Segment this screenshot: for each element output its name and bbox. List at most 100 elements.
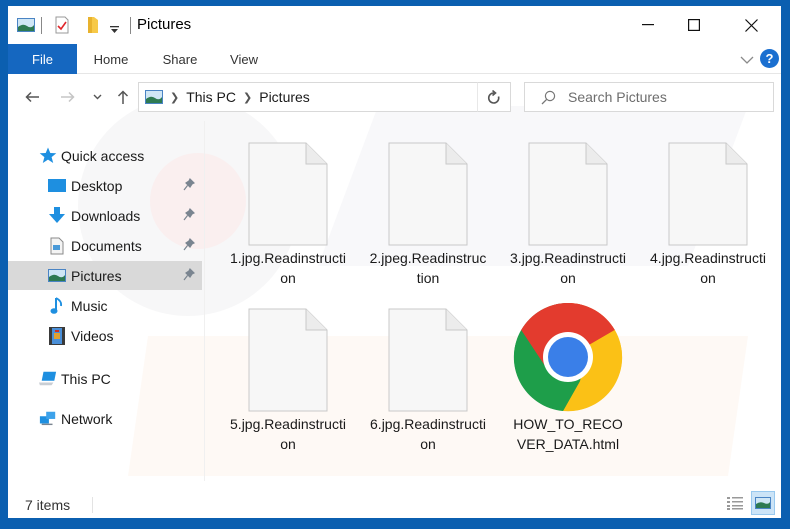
desktop-icon — [48, 177, 66, 195]
help-button[interactable]: ? — [760, 49, 779, 68]
refresh-button[interactable] — [477, 82, 511, 112]
file-item[interactable]: HOW_TO_RECOVER_DATA.html — [503, 300, 633, 454]
star-icon — [39, 147, 57, 165]
breadcrumb-pictures[interactable]: Pictures — [259, 89, 310, 105]
sidebar-item-this-pc[interactable]: This PC — [8, 364, 202, 393]
pin-icon[interactable] — [183, 237, 196, 255]
properties-icon[interactable] — [55, 16, 69, 39]
item-count: 7 items — [25, 497, 71, 513]
file-name: 1.jpg.Readinstruction — [230, 250, 346, 286]
file-name: 5.jpg.Readinstruction — [230, 416, 346, 452]
search-icon — [541, 90, 556, 105]
search-box[interactable]: Search Pictures — [524, 82, 774, 112]
download-icon — [48, 207, 66, 225]
arrow-right-icon — [60, 91, 75, 103]
sidebar-item-label: Pictures — [71, 267, 122, 284]
sidebar-item-label: Quick access — [61, 147, 145, 164]
sidebar-item-label: This PC — [61, 370, 111, 387]
back-button[interactable] — [21, 86, 43, 108]
ribbon-tabs: File Home Share View ? — [8, 44, 781, 74]
address-bar[interactable]: ❯ This PC ❯ Pictures — [138, 82, 509, 112]
sidebar-item-label: Documents — [71, 237, 142, 254]
file-item[interactable]: 2.jpeg.Readinstruction — [363, 134, 493, 288]
sidebar-item-music[interactable]: Music — [8, 291, 202, 320]
file-item[interactable]: 6.jpg.Readinstruction — [363, 300, 493, 454]
blank-file-icon — [223, 300, 353, 412]
sidebar-item-pictures[interactable]: Pictures — [8, 261, 202, 290]
sidebar-item-label: Videos — [71, 327, 114, 344]
blank-file-icon — [363, 134, 493, 246]
search-input[interactable]: Search Pictures — [568, 89, 667, 105]
network-icon — [39, 410, 57, 428]
blank-file-icon — [363, 300, 493, 412]
toolbar-separator — [41, 17, 42, 34]
file-name: 3.jpg.Readinstruction — [510, 250, 626, 286]
file-explorer-window: Pictures File Home Share View ? ❯ This P… — [8, 6, 781, 518]
pane-divider[interactable] — [204, 121, 205, 481]
expand-ribbon-icon[interactable] — [740, 52, 754, 70]
sidebar-item-label: Music — [71, 297, 108, 314]
sidebar-item-desktop[interactable]: Desktop — [8, 171, 202, 200]
tab-home[interactable]: Home — [84, 44, 138, 74]
sidebar-item-videos[interactable]: Videos — [8, 321, 202, 350]
pin-icon[interactable] — [183, 267, 196, 285]
pin-icon[interactable] — [183, 207, 196, 225]
pin-icon[interactable] — [183, 177, 196, 195]
recent-locations-button[interactable] — [86, 86, 108, 108]
file-name: 4.jpg.Readinstruction — [650, 250, 766, 286]
file-item[interactable]: 3.jpg.Readinstruction — [503, 134, 633, 288]
file-item[interactable]: 1.jpg.Readinstruction — [223, 134, 353, 288]
arrow-up-icon — [117, 89, 129, 104]
pictures-location-icon — [145, 90, 163, 104]
sidebar-item-downloads[interactable]: Downloads — [8, 201, 202, 230]
minimize-button[interactable] — [625, 6, 671, 44]
window-title: Pictures — [137, 16, 192, 33]
breadcrumb-this-pc[interactable]: This PC — [186, 89, 236, 105]
tab-share[interactable]: Share — [153, 44, 207, 74]
pictures-icon — [48, 267, 66, 285]
status-separator — [92, 497, 93, 513]
refresh-icon — [488, 89, 500, 104]
blank-file-icon — [503, 134, 633, 246]
breadcrumb-separator-icon[interactable]: ❯ — [243, 91, 252, 104]
sidebar-item-documents[interactable]: Documents — [8, 231, 202, 260]
close-button[interactable] — [728, 6, 774, 44]
pictures-folder-icon — [17, 18, 35, 37]
file-name: 2.jpeg.Readinstruction — [369, 250, 487, 286]
sidebar-item-quick-access[interactable]: Quick access — [8, 141, 202, 170]
tab-view[interactable]: View — [220, 44, 268, 74]
navigation-bar: ❯ This PC ❯ Pictures Search Pictures — [8, 76, 781, 118]
arrow-left-icon — [24, 91, 39, 103]
file-name: HOW_TO_RECOVER_DATA.html — [513, 416, 623, 452]
sidebar-item-label: Desktop — [71, 177, 123, 194]
large-icons-view-icon — [755, 497, 771, 509]
chrome-icon — [503, 300, 633, 412]
file-name: 6.jpg.Readinstruction — [370, 416, 486, 452]
computer-icon — [39, 370, 57, 388]
new-folder-icon[interactable] — [86, 16, 100, 39]
details-view-button[interactable] — [723, 491, 747, 515]
forward-button[interactable] — [56, 86, 78, 108]
file-list: 1.jpg.Readinstruction 2.jpeg.Readinstruc… — [208, 121, 781, 481]
sidebar-item-label: Downloads — [71, 207, 141, 224]
title-bar: Pictures — [8, 6, 781, 44]
sidebar-item-label: Network — [61, 410, 113, 427]
details-view-icon — [727, 497, 743, 510]
file-item[interactable]: 5.jpg.Readinstruction — [223, 300, 353, 454]
sidebar-item-network[interactable]: Network — [8, 404, 202, 433]
documents-icon — [48, 237, 66, 255]
maximize-button[interactable] — [671, 6, 717, 44]
up-button[interactable] — [112, 86, 134, 108]
blank-file-icon — [223, 134, 353, 246]
file-item[interactable]: 4.jpg.Readinstruction — [643, 134, 773, 288]
toolbar-separator — [130, 17, 131, 34]
navigation-pane: Quick access Desktop Downloads Documents — [8, 121, 204, 481]
chevron-down-icon — [93, 94, 101, 100]
customize-dropdown-icon[interactable] — [110, 21, 119, 39]
minimize-icon — [642, 24, 654, 26]
status-bar: 7 items — [8, 491, 781, 518]
maximize-icon — [688, 19, 700, 31]
breadcrumb-separator-icon[interactable]: ❯ — [170, 91, 179, 104]
tab-file[interactable]: File — [8, 44, 77, 74]
large-icons-view-button[interactable] — [751, 491, 775, 515]
